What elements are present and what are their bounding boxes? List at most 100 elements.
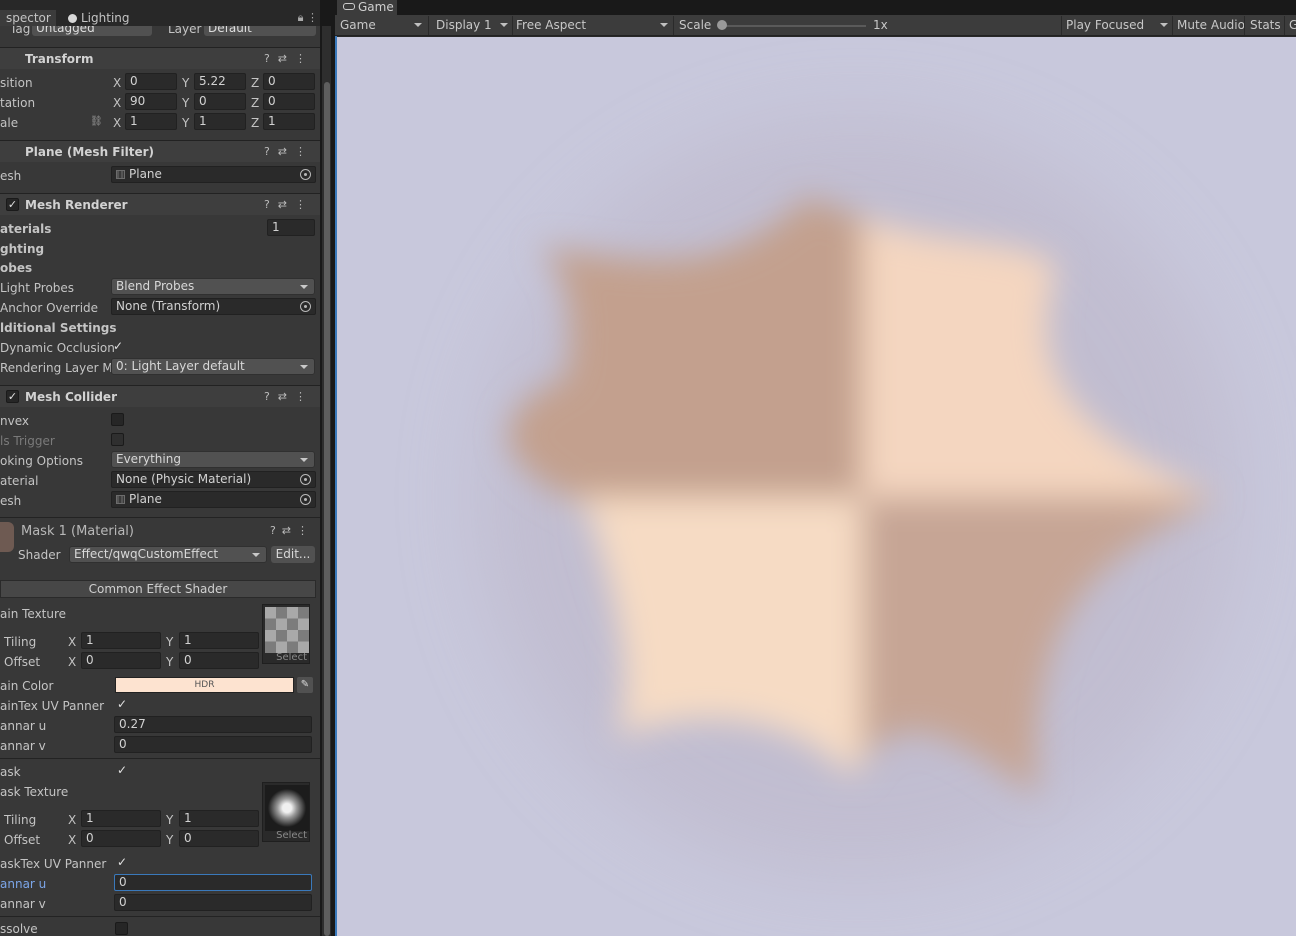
tab-game[interactable]: Game	[337, 0, 397, 15]
layer-dropdown[interactable]: Default	[204, 26, 316, 36]
main-offset-y-field[interactable]: 0	[179, 652, 259, 669]
collider-material-field[interactable]: None (Physic Material)	[111, 471, 316, 488]
main-tiling-y-field[interactable]: 1	[179, 632, 259, 649]
convex-checkbox[interactable]	[111, 413, 124, 426]
mask-texture-select[interactable]: Select	[276, 830, 307, 841]
main-offset-x-field[interactable]: 0	[81, 652, 161, 669]
mesh-collider-enabled-checkbox[interactable]: ✓	[6, 390, 19, 403]
scale-z-field[interactable]: 1	[263, 113, 315, 130]
more-options-icon[interactable]: ⋮	[297, 524, 314, 537]
lock-icon[interactable]: 🔒︎	[298, 11, 304, 24]
mesh-filter-mesh-field[interactable]: Plane	[111, 166, 316, 183]
position-y-field[interactable]: 5.22	[194, 73, 246, 90]
probes-foldout[interactable]: obes	[0, 261, 32, 275]
anchor-override-field[interactable]: None (Transform)	[111, 298, 316, 315]
help-icon[interactable]: ?	[264, 198, 278, 211]
dynamic-occlusion-checkbox[interactable]: ✓	[113, 339, 123, 353]
preset-icon[interactable]: ⇄	[282, 524, 297, 537]
tab-inspector[interactable]: spector	[0, 10, 56, 26]
position-x-field[interactable]: 0	[125, 73, 177, 90]
materials-foldout[interactable]: aterials	[0, 222, 51, 236]
axis-z-label: Z	[251, 76, 260, 90]
preset-icon[interactable]: ⇄	[278, 390, 295, 403]
axis-x-label: X	[68, 655, 77, 669]
object-picker-icon[interactable]	[300, 474, 311, 485]
scale-y-field[interactable]: 1	[194, 113, 246, 130]
mask-texture-slot[interactable]: Select	[262, 782, 310, 842]
additional-settings-foldout[interactable]: lditional Settings	[0, 321, 116, 335]
shader-label: Shader	[18, 548, 61, 562]
main-uv-panner-checkbox[interactable]: ✓	[117, 697, 127, 711]
edit-shader-button[interactable]: Edit...	[271, 546, 315, 563]
mask-label: ask	[0, 765, 21, 779]
mask-pannar-u-field[interactable]: 0	[114, 874, 312, 891]
rotation-z-field[interactable]: 0	[263, 93, 315, 110]
mask-tiling-y-field[interactable]: 1	[179, 810, 259, 827]
scale-slider-track[interactable]	[722, 25, 866, 27]
main-texture-select[interactable]: Select	[276, 652, 307, 663]
tag-dropdown[interactable]: Untagged	[32, 26, 152, 36]
rotation-x-field[interactable]: 90	[125, 93, 177, 110]
mesh-renderer-enabled-checkbox[interactable]: ✓	[6, 198, 19, 211]
main-tiling-x-field[interactable]: 1	[81, 632, 161, 649]
game-mode-dropdown[interactable]: Game	[340, 18, 376, 32]
stats-button[interactable]: Stats	[1250, 18, 1281, 32]
aspect-dropdown[interactable]: Free Aspect	[516, 18, 586, 32]
main-pannar-u-field[interactable]: 0.27	[114, 716, 312, 733]
more-options-icon[interactable]: ⋮	[295, 390, 314, 403]
axis-z-label: Z	[251, 96, 260, 110]
axis-y-label: Y	[166, 813, 174, 827]
cooking-options-dropdown[interactable]: Everything	[111, 451, 315, 468]
game-viewport[interactable]	[337, 37, 1296, 936]
preset-icon[interactable]: ⇄	[278, 198, 295, 211]
light-probes-dropdown[interactable]: Blend Probes	[111, 278, 315, 295]
rotation-y-field[interactable]: 0	[194, 93, 246, 110]
tab-lighting[interactable]: Lighting	[62, 10, 136, 26]
main-color-swatch[interactable]: HDR	[115, 677, 294, 693]
mask-pannar-v-field[interactable]: 0	[114, 894, 312, 911]
more-options-icon[interactable]: ⋮	[295, 52, 314, 65]
help-icon[interactable]: ?	[264, 145, 278, 158]
object-picker-icon[interactable]	[300, 169, 311, 180]
help-icon[interactable]: ?	[264, 390, 278, 403]
lighting-bulb-icon	[68, 14, 77, 23]
more-options-icon[interactable]: ⋮	[295, 198, 314, 211]
mute-audio-button[interactable]: Mute Audio	[1177, 18, 1245, 32]
main-texture-slot[interactable]: Select	[262, 604, 310, 664]
rendering-layer-dropdown[interactable]: 0: Light Layer default	[111, 358, 315, 375]
main-pannar-v-field[interactable]: 0	[114, 736, 312, 753]
mask-uv-panner-checkbox[interactable]: ✓	[117, 855, 127, 869]
mesh-filter-header[interactable]: Plane (Mesh Filter) ?⇄⋮	[0, 140, 320, 162]
mask-offset-x-field[interactable]: 0	[81, 830, 161, 847]
eyedropper-icon[interactable]: ✎	[297, 677, 313, 693]
object-picker-icon[interactable]	[300, 494, 311, 505]
help-icon[interactable]: ?	[270, 524, 282, 537]
preset-icon[interactable]: ⇄	[278, 52, 295, 65]
position-z-field[interactable]: 0	[263, 73, 315, 90]
object-picker-icon[interactable]	[300, 301, 311, 312]
preset-icon[interactable]: ⇄	[278, 145, 295, 158]
mask-offset-y-field[interactable]: 0	[179, 830, 259, 847]
help-icon[interactable]: ?	[264, 52, 278, 65]
scale-x-field[interactable]: 1	[125, 113, 177, 130]
divider	[0, 758, 320, 759]
scale-slider-thumb[interactable]	[717, 20, 727, 30]
materials-count-field[interactable]: 1	[267, 219, 315, 236]
dissolve-checkbox[interactable]	[115, 922, 128, 935]
shader-dropdown[interactable]: Effect/qwqCustomEffect	[69, 546, 267, 563]
play-focused-dropdown[interactable]: Play Focused	[1066, 18, 1144, 32]
display-dropdown[interactable]: Display 1	[436, 18, 492, 32]
more-options-icon[interactable]: ⋮	[307, 11, 318, 24]
gizmos-button[interactable]: G	[1289, 18, 1296, 32]
link-scale-icon[interactable]: ⛓	[90, 116, 103, 127]
transform-header[interactable]: Transform ?⇄⋮	[0, 47, 320, 69]
mesh-collider-header[interactable]: ✓ Mesh Collider ?⇄⋮	[0, 385, 320, 407]
more-options-icon[interactable]: ⋮	[295, 145, 314, 158]
inspector-scrollbar-thumb[interactable]	[324, 82, 330, 936]
mask-checkbox[interactable]: ✓	[117, 763, 127, 777]
mask-pannar-u-label: annar u	[0, 877, 47, 891]
mesh-renderer-header[interactable]: ✓ Mesh Renderer ?⇄⋮	[0, 193, 320, 215]
lighting-foldout[interactable]: ghting	[0, 242, 44, 256]
collider-mesh-field[interactable]: Plane	[111, 491, 316, 508]
mask-tiling-x-field[interactable]: 1	[81, 810, 161, 827]
